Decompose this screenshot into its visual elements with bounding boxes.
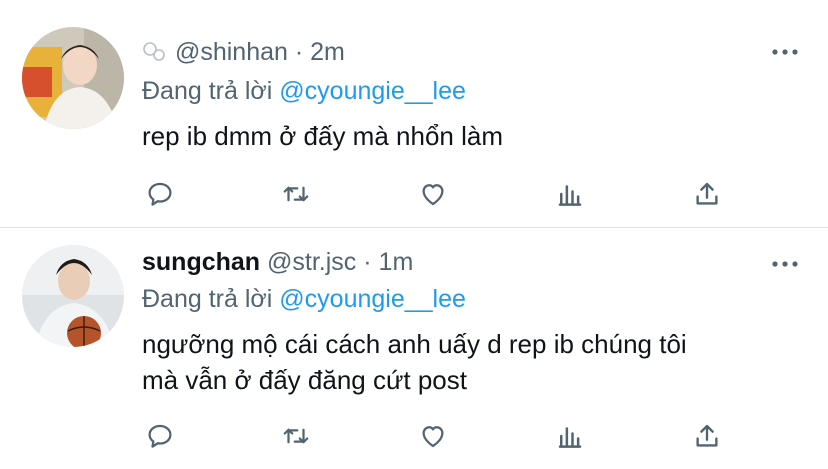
heart-icon — [422, 426, 444, 448]
timestamp[interactable]: 1m — [379, 248, 414, 276]
analytics-button[interactable] — [552, 418, 588, 454]
retweet-button[interactable] — [278, 418, 314, 454]
replying-to-label: Đang trả lời — [142, 285, 273, 313]
tweet-text: ngưỡng mộ cái cách anh uấy d rep ib chún… — [142, 326, 687, 398]
tweet-actions — [142, 418, 732, 454]
tweet-text-line: mà vẫn ở đấy đăng cứt post — [142, 365, 467, 395]
bar-chart-icon — [558, 427, 582, 448]
share-icon — [696, 424, 718, 447]
tweet-header: sungchan @str.jsc · 1m — [142, 248, 413, 277]
display-name[interactable]: sungchan — [142, 248, 260, 276]
more-icon[interactable] — [770, 248, 800, 276]
comment-icon — [148, 424, 172, 448]
mention-link[interactable]: @cyoungie__lee — [279, 285, 466, 313]
replying-to: Đang trả lời @cyoungie__lee — [142, 285, 466, 314]
tweet: sungchan @str.jsc · 1m Đang trả lời @cyo… — [0, 0, 828, 469]
reply-button[interactable] — [142, 418, 178, 454]
like-button[interactable] — [415, 418, 451, 454]
user-handle[interactable]: @str.jsc — [267, 248, 356, 276]
retweet-icon — [283, 428, 309, 444]
share-button[interactable] — [689, 418, 725, 454]
separator-dot: · — [363, 248, 372, 276]
tweet-text-line: ngưỡng mộ cái cách anh uấy d rep ib chún… — [142, 329, 687, 359]
